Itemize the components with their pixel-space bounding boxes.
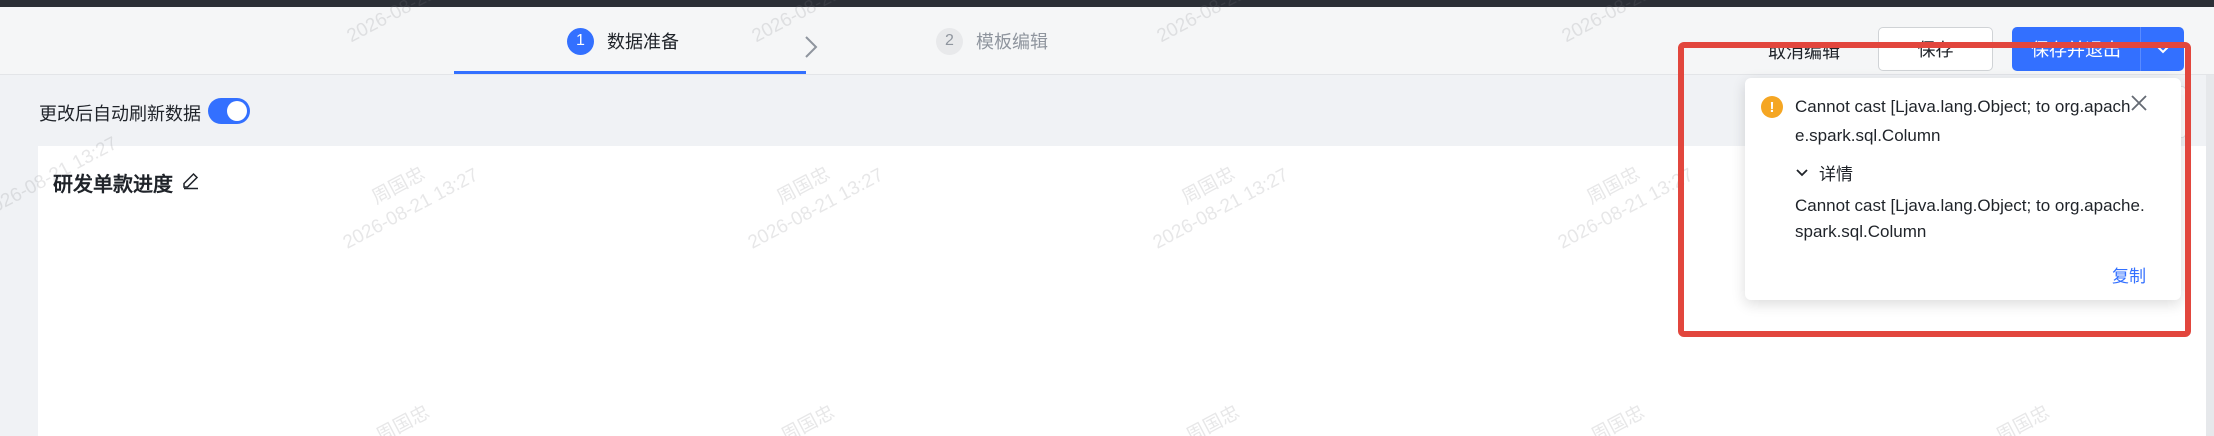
window-top-strip [0, 0, 2214, 7]
auto-refresh-label: 更改后自动刷新数据 [39, 104, 201, 124]
step-label: 模板编辑 [976, 32, 1048, 52]
details-toggle[interactable]: 详情 [1795, 160, 1853, 185]
notification-title: Cannot cast [Ljava.lang.Object; to org.a… [1795, 97, 2131, 145]
details-label: 详情 [1819, 165, 1853, 184]
warning-icon: ! [1761, 96, 1783, 118]
notification-detail-message: Cannot cast [Ljava.lang.Object; to org.a… [1795, 196, 2145, 241]
cancel-edit-button[interactable]: 取消编辑 [1768, 38, 1840, 64]
save-and-exit-button[interactable]: 保存并退出 [2012, 27, 2140, 71]
step-number: 2 [936, 27, 963, 55]
step-data-preparation[interactable]: 1 数据准备 [567, 7, 679, 75]
chevron-right-icon [805, 36, 818, 58]
step-template-editing[interactable]: 2 模板编辑 [936, 7, 1048, 75]
chevron-down-icon [1796, 168, 1808, 176]
editor-header: 1 数据准备 2 模板编辑 取消编辑 保存 保存并退出 [0, 7, 2214, 75]
auto-refresh-toggle[interactable] [208, 98, 250, 124]
save-button[interactable]: 保存 [1878, 27, 1993, 71]
step-label: 数据准备 [607, 32, 679, 52]
save-options-dropdown-button[interactable] [2140, 27, 2184, 71]
card-title: 研发单款进度 [53, 174, 173, 196]
vertical-scrollbar[interactable] [2206, 75, 2214, 436]
close-icon[interactable] [2128, 92, 2150, 114]
copy-button[interactable]: 复制 [2112, 262, 2146, 287]
caret-down-icon [2155, 45, 2170, 54]
error-notification: ! Cannot cast [Ljava.lang.Object; to org… [1745, 78, 2181, 300]
toggle-knob [227, 101, 247, 121]
step-number: 1 [567, 27, 594, 55]
edit-icon[interactable] [181, 170, 201, 190]
active-step-indicator [454, 71, 806, 74]
